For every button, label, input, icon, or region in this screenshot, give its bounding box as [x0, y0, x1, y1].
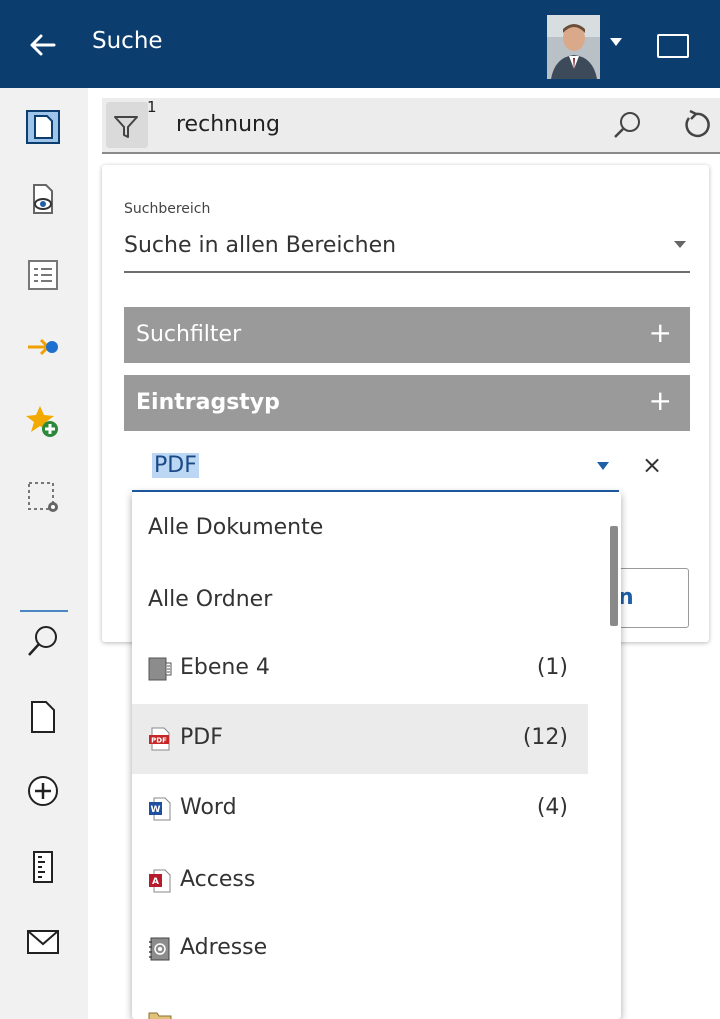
list-item-label: Ebene 4 [180, 655, 270, 680]
list-item[interactable]: W Word (4) [132, 774, 588, 844]
reset-icon[interactable] [679, 108, 713, 142]
document-icon[interactable] [20, 104, 66, 150]
section-suchfilter[interactable]: Suchfilter + [124, 307, 690, 363]
scope-label: Suchbereich [124, 201, 211, 217]
list-view-icon[interactable] [20, 252, 66, 298]
user-avatar[interactable] [547, 15, 600, 79]
scope-select[interactable]: Suche in allen Bereichen [124, 233, 396, 258]
app-header: Suche [0, 0, 720, 88]
list-item-label: Alle Dokumente [148, 515, 324, 540]
favorite-add-icon[interactable] [20, 398, 66, 444]
rail-divider [20, 610, 68, 612]
new-document-icon[interactable] [20, 694, 66, 740]
list-item[interactable]: Adresse [132, 914, 588, 984]
page-title: Suche [92, 28, 163, 54]
word-icon: W [148, 797, 172, 821]
entry-type-caret-icon[interactable] [597, 462, 609, 470]
list-item-label: Alle Ordner [148, 587, 273, 612]
add-circle-icon[interactable] [20, 768, 66, 814]
list-item-count: (12) [522, 725, 568, 750]
folder-icon [148, 1007, 172, 1019]
selection-settings-icon[interactable] [20, 474, 66, 520]
pdf-icon: PDF [148, 727, 172, 751]
section-eintragstyp-label: Eintragstyp [136, 390, 280, 415]
expand-plus-icon[interactable]: + [649, 385, 672, 417]
entry-type-input[interactable]: PDF [152, 453, 199, 478]
ruler-icon[interactable] [20, 844, 66, 890]
search-icon[interactable] [610, 108, 644, 142]
filter-button[interactable] [106, 102, 148, 148]
workflow-arrow-icon[interactable] [20, 324, 66, 370]
dropdown-scrollbar[interactable] [610, 526, 618, 626]
search-input[interactable]: rechnung [176, 112, 280, 137]
list-item[interactable]: Ebene 4 (1) [132, 634, 588, 704]
list-item-count: (4) [536, 795, 568, 820]
search-bar: 1 rechnung [102, 98, 720, 154]
document-preview-icon[interactable] [20, 176, 66, 222]
avatar-menu-caret-icon[interactable] [610, 38, 622, 46]
svg-text:A: A [152, 877, 159, 887]
svg-text:W: W [151, 805, 161, 815]
svg-text:PDF: PDF [151, 737, 167, 745]
list-item-partial[interactable] [132, 984, 588, 1019]
filter-icon [114, 116, 138, 138]
list-item[interactable]: Alle Dokumente [132, 494, 588, 564]
folder-level-icon [148, 657, 172, 681]
left-rail [0, 88, 88, 1019]
clear-icon[interactable]: × [642, 452, 662, 478]
scope-underline [124, 271, 690, 273]
back-arrow-icon[interactable] [26, 28, 60, 62]
address-book-icon [148, 937, 172, 961]
list-item[interactable]: PDF PDF (12) [132, 704, 588, 774]
section-eintragstyp[interactable]: Eintragstyp + [124, 375, 690, 431]
list-item-label: Adresse [180, 935, 268, 960]
list-item-label: Access [180, 867, 256, 892]
mail-icon[interactable] [20, 918, 66, 964]
list-item-label: PDF [180, 725, 223, 750]
scope-dropdown-caret-icon[interactable] [674, 241, 686, 248]
section-suchfilter-label: Suchfilter [136, 322, 242, 347]
list-item-label: Word [180, 795, 237, 820]
entry-type-dropdown[interactable]: Alle Dokumente Alle Ordner Ebene 4 (1) P… [132, 492, 621, 1019]
list-item[interactable]: Alle Ordner [132, 566, 588, 636]
access-icon: A [148, 869, 172, 893]
expand-plus-icon[interactable]: + [649, 317, 672, 349]
filter-count-badge: 1 [147, 98, 157, 116]
list-item[interactable]: A Access [132, 846, 588, 916]
search-icon[interactable] [20, 618, 66, 664]
panel-toggle-icon[interactable] [657, 34, 689, 58]
list-item-count: (1) [536, 655, 568, 680]
